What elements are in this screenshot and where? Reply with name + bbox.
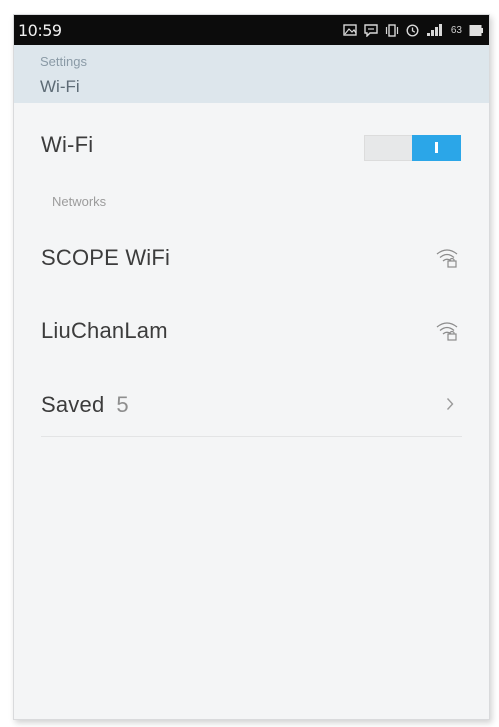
switch-on-mark — [435, 142, 438, 153]
list-divider — [41, 436, 462, 437]
wifi-lock-icon — [436, 249, 458, 268]
battery-level: 63 — [450, 24, 462, 36]
breadcrumb-settings[interactable]: Settings — [40, 54, 87, 69]
message-icon — [364, 23, 378, 37]
chevron-right-icon — [446, 398, 454, 410]
wifi-toggle-row[interactable]: Wi-Fi — [41, 125, 462, 165]
network-ssid: SCOPE WiFi — [41, 245, 171, 270]
status-icons: 63 — [343, 21, 483, 39]
network-item-scope-wifi[interactable]: SCOPE WiFi — [41, 236, 462, 280]
wifi-toggle-label: Wi-Fi — [41, 132, 94, 157]
saved-networks-row[interactable]: Saved 5 — [41, 383, 462, 427]
networks-section-header: Networks — [52, 194, 107, 209]
wifi-lock-icon — [436, 322, 458, 341]
network-item-liuchanlam[interactable]: LiuChanLam — [41, 309, 462, 353]
saved-count: 5 — [116, 392, 129, 417]
wifi-switch-knob — [412, 135, 461, 161]
network-ssid: LiuChanLam — [41, 318, 168, 343]
status-bar: 10:59 63 — [14, 15, 489, 45]
vibrate-icon — [385, 23, 398, 37]
saved-label: Saved — [41, 392, 105, 417]
phone-screen: 10:59 63 Settings Wi-Fi Wi-Fi Networks S… — [13, 14, 490, 720]
settings-header: Settings Wi-Fi — [14, 45, 489, 103]
notification-image-icon — [343, 24, 357, 36]
wifi-settings-list: Wi-Fi Networks SCOPE WiFi LiuChanLam Sav… — [14, 103, 489, 719]
signal-strength-icon — [426, 23, 442, 36]
battery-icon — [469, 24, 483, 36]
status-time: 10:59 — [18, 21, 62, 40]
page-title: Wi-Fi — [40, 77, 80, 96]
wifi-switch[interactable] — [364, 135, 461, 161]
alarm-clock-icon — [406, 23, 419, 37]
